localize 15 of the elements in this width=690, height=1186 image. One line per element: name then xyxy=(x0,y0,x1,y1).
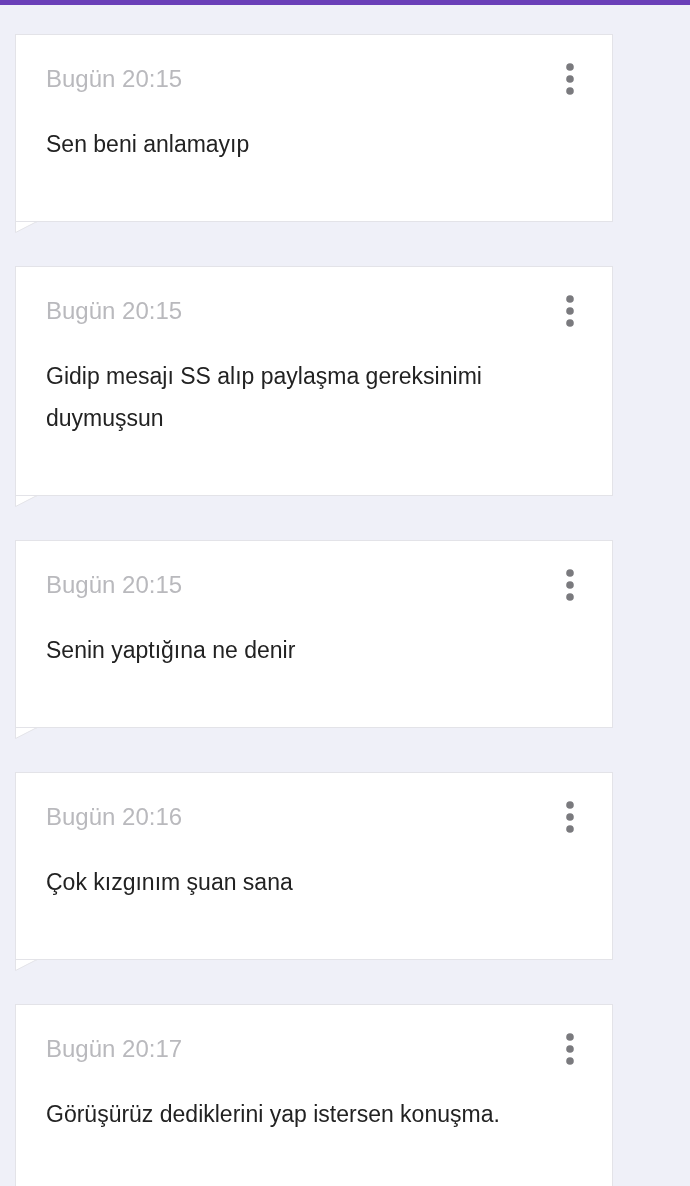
message-time: Bugün 20:16 xyxy=(46,802,183,832)
message-text: Çok kızgınım şuan sana xyxy=(46,868,294,897)
more-options-icon[interactable] xyxy=(566,801,574,833)
message-time: Bugün 20:15 xyxy=(46,296,183,326)
message-text: Sen beni anlamayıp xyxy=(46,130,251,159)
message-time: Bugün 20:15 xyxy=(46,64,183,94)
more-options-icon[interactable] xyxy=(566,295,574,327)
message-time: Bugün 20:17 xyxy=(46,1034,183,1064)
message-text: Senin yaptığına ne denir xyxy=(46,636,297,665)
more-options-icon[interactable] xyxy=(566,63,574,95)
message-text: Gidip mesajı SS alıp paylaşma gereksinimi duymuşsun xyxy=(46,362,483,433)
more-options-icon[interactable] xyxy=(566,1033,574,1065)
more-options-icon[interactable] xyxy=(566,569,574,601)
message-text: Görüşürüz dediklerini yap istersen konuşma. xyxy=(46,1100,501,1129)
message-time: Bugün 20:15 xyxy=(46,570,183,600)
